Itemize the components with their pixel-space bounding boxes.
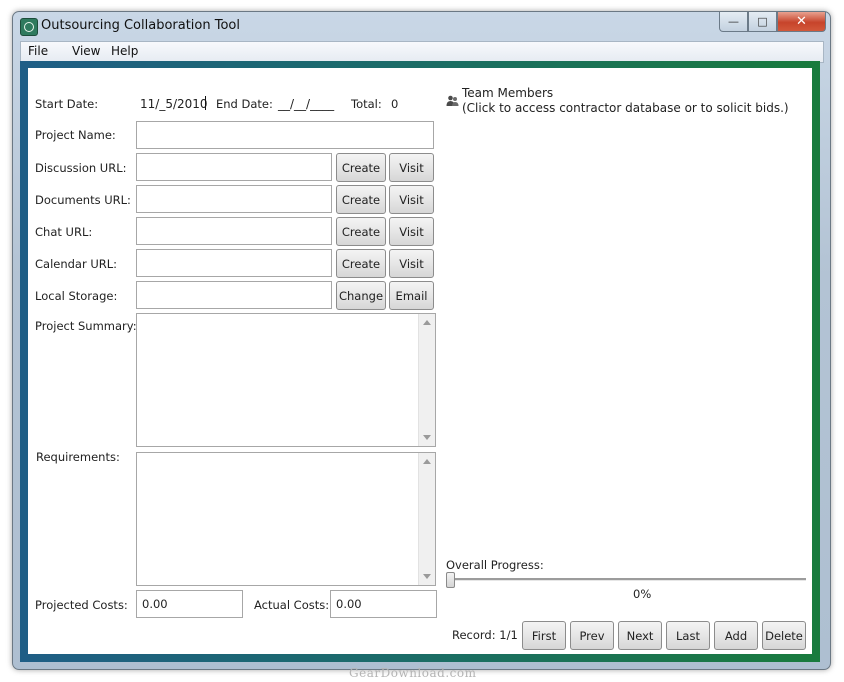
progress-slider-track[interactable]	[446, 578, 806, 581]
documents-visit-button[interactable]: Visit	[389, 185, 434, 214]
menu-file[interactable]: File	[28, 44, 48, 58]
calendar-url-input[interactable]	[136, 249, 332, 277]
menu-bar: File View Help	[20, 41, 824, 63]
people-icon[interactable]	[446, 95, 459, 107]
close-icon: ✕	[796, 14, 807, 29]
actual-costs-label: Actual Costs:	[254, 598, 330, 612]
project-summary-textarea[interactable]	[136, 313, 436, 447]
record-indicator: Record: 1/1	[452, 628, 518, 642]
documents-create-button[interactable]: Create	[336, 185, 386, 214]
minimize-button[interactable]: —	[719, 12, 748, 32]
menu-view[interactable]: View	[72, 44, 100, 58]
minimize-icon: —	[728, 15, 739, 28]
requirements-textarea[interactable]	[136, 452, 436, 586]
watermark: GearDownload.com	[349, 666, 477, 680]
discussion-visit-button[interactable]: Visit	[389, 153, 434, 182]
project-name-label: Project Name:	[35, 128, 116, 142]
local-storage-input[interactable]	[136, 281, 332, 309]
project-summary-label: Project Summary:	[35, 319, 137, 333]
caption-buttons: — □ ✕	[719, 12, 826, 32]
title-bar: Outsourcing Collaboration Tool — □ ✕	[13, 12, 830, 40]
start-date-field[interactable]: 11/_5/2010	[140, 97, 208, 111]
add-button[interactable]: Add	[714, 621, 758, 650]
calendar-create-button[interactable]: Create	[336, 249, 386, 278]
scroll-down-icon[interactable]	[423, 435, 431, 440]
next-button[interactable]: Next	[618, 621, 662, 650]
last-button[interactable]: Last	[666, 621, 710, 650]
discussion-url-input[interactable]	[136, 153, 332, 181]
documents-url-label: Documents URL:	[35, 193, 131, 207]
requirements-scrollbar[interactable]	[418, 453, 435, 585]
project-name-input[interactable]	[136, 121, 434, 149]
end-date-label: End Date:	[216, 97, 273, 111]
total-label: Total:	[351, 97, 382, 111]
first-button[interactable]: First	[522, 621, 566, 650]
projected-costs-label: Projected Costs:	[35, 598, 128, 612]
prev-button[interactable]: Prev	[570, 621, 614, 650]
team-members-hint[interactable]: (Click to access contractor database or …	[462, 101, 789, 115]
window-title: Outsourcing Collaboration Tool	[41, 18, 240, 33]
documents-url-input[interactable]	[136, 185, 332, 213]
chat-create-button[interactable]: Create	[336, 217, 386, 246]
team-members-title[interactable]: Team Members	[462, 86, 553, 100]
local-storage-label: Local Storage:	[35, 289, 118, 303]
calendar-url-label: Calendar URL:	[35, 257, 118, 271]
end-date-field[interactable]: __/__/____	[278, 97, 334, 111]
actual-costs-input[interactable]	[330, 590, 437, 618]
maximize-icon: □	[757, 15, 768, 28]
overall-progress-label: Overall Progress:	[446, 558, 544, 572]
close-button[interactable]: ✕	[777, 12, 826, 32]
delete-button[interactable]: Delete	[762, 621, 806, 650]
progress-percent: 0%	[633, 587, 652, 601]
text-caret	[205, 96, 206, 110]
scroll-up-icon[interactable]	[423, 459, 431, 464]
app-logo-icon	[20, 18, 38, 36]
total-value: 0	[391, 97, 399, 111]
chat-url-input[interactable]	[136, 217, 332, 245]
change-button[interactable]: Change	[336, 281, 386, 310]
chat-url-label: Chat URL:	[35, 225, 93, 239]
requirements-label: Requirements:	[36, 450, 120, 464]
projected-costs-input[interactable]	[136, 590, 243, 618]
menu-help[interactable]: Help	[111, 44, 138, 58]
scroll-up-icon[interactable]	[423, 320, 431, 325]
progress-slider-thumb[interactable]	[446, 572, 455, 588]
chat-visit-button[interactable]: Visit	[389, 217, 434, 246]
maximize-button[interactable]: □	[748, 12, 777, 32]
project-summary-scrollbar[interactable]	[418, 314, 435, 446]
scroll-down-icon[interactable]	[423, 574, 431, 579]
discussion-create-button[interactable]: Create	[336, 153, 386, 182]
email-button[interactable]: Email	[389, 281, 434, 310]
discussion-url-label: Discussion URL:	[35, 161, 127, 175]
start-date-label: Start Date:	[35, 97, 99, 111]
calendar-visit-button[interactable]: Visit	[389, 249, 434, 278]
